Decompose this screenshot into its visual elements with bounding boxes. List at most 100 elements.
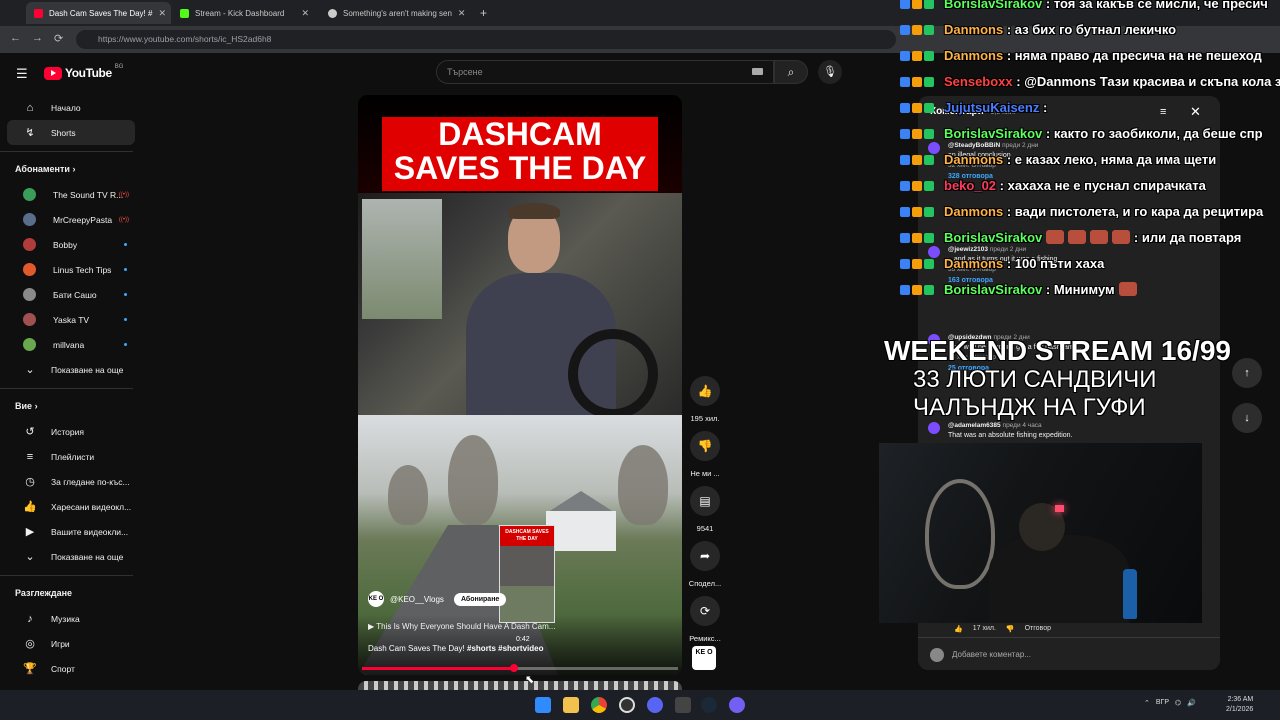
action-label: Ремикс...: [689, 634, 721, 643]
tab-reddit[interactable]: Something's aren't making sen ✕: [320, 2, 468, 24]
subscribe-button[interactable]: Абониране: [453, 592, 507, 606]
file-explorer-icon[interactable]: [563, 697, 579, 713]
comment-author[interactable]: @adamelam6385: [948, 422, 1001, 429]
sidebar-item-music[interactable]: ♪ Музика: [7, 606, 135, 631]
sidebar-item-playlists[interactable]: ≡ Плейлисти: [7, 444, 135, 469]
sidebar-item-watch-later[interactable]: ◷ За гледане по-къс...: [7, 469, 135, 494]
sidebar-item-your-videos[interactable]: ▶ Вашите видеокли...: [7, 519, 135, 544]
comment-dislike-icon[interactable]: 👎: [1006, 625, 1015, 633]
chevron-up-icon[interactable]: ⌃: [1144, 699, 1150, 707]
badge-icon: [912, 259, 922, 269]
hashtags[interactable]: #shorts #shortvideo: [467, 644, 543, 653]
sidebar-subscription-item[interactable]: Yaska TV: [7, 307, 135, 332]
reload-icon[interactable]: ⟳: [54, 32, 63, 45]
search-button[interactable]: ⌕: [774, 60, 808, 84]
related-video-link[interactable]: ▶ This Is Why Everyone Should Have A Das…: [368, 622, 555, 631]
sidebar-subscription-item[interactable]: Linus Tech Tips: [7, 257, 135, 282]
short-video-player[interactable]: DASHCAM SAVES THE DAY DASHCAM SAVES THE …: [358, 95, 682, 675]
add-comment-bar[interactable]: Добавете коментар...: [918, 637, 1220, 670]
obs-icon[interactable]: [619, 697, 635, 713]
chat-message: Danmons : вади пистолета, и го кара да р…: [900, 204, 1263, 219]
voice-search-button[interactable]: 🎙: [818, 60, 842, 84]
badge-icon: [924, 285, 934, 295]
network-icon[interactable]: ⌬: [1175, 699, 1181, 707]
volume-icon[interactable]: 🔊: [1187, 699, 1196, 707]
forward-icon[interactable]: →: [32, 32, 43, 44]
close-tab-icon[interactable]: ✕: [158, 8, 166, 19]
sidebar-item-home[interactable]: ⌂ Начало: [7, 95, 135, 120]
chrome-icon[interactable]: [591, 697, 607, 713]
next-short-preview[interactable]: [358, 681, 682, 690]
emote-icon: [1111, 230, 1130, 244]
stream-title-overlay: WEEKEND STREAM 16/99 33 ЛЮТИ САНДВИЧИ ЧА…: [884, 336, 1280, 422]
sidebar-subscription-item[interactable]: Bobby: [7, 232, 135, 257]
new-tab-button[interactable]: +: [472, 2, 492, 24]
clock[interactable]: 2:36 AM 2/1/2026: [1226, 695, 1253, 715]
play-icon: ▶: [368, 622, 377, 631]
cabin-camera-view: [358, 193, 682, 419]
tree: [448, 435, 498, 525]
comments-button[interactable]: ▤ 9541: [686, 486, 724, 533]
remix-button[interactable]: ⟳ Ремикс...: [686, 596, 724, 643]
share-button[interactable]: ➦ Сподел...: [686, 541, 724, 588]
sidebar-item-sport[interactable]: 🏆 Спорт: [7, 656, 135, 681]
sidebar-subscription-item[interactable]: MrCreepyPasta ((•)): [7, 207, 135, 232]
badge-icon: [924, 51, 934, 61]
back-icon[interactable]: ←: [10, 32, 21, 44]
red-light: [1055, 505, 1064, 512]
you-header[interactable]: Вие ›: [15, 401, 145, 415]
close-tab-icon[interactable]: ✕: [458, 8, 466, 19]
hamburger-menu-icon[interactable]: ☰: [16, 66, 28, 82]
url-field[interactable]: https://www.youtube.com/shorts/ic_HS2ad6…: [76, 30, 896, 49]
sidebar-subscription-item[interactable]: The Sound TV R... ((•)): [7, 182, 135, 207]
youtube-logo[interactable]: YouTube BG: [44, 64, 123, 80]
chat-message: BorislavSirakov : или да повтаря: [900, 230, 1241, 245]
badge-icon: [912, 129, 922, 139]
discord-icon[interactable]: [647, 697, 663, 713]
badge-icon: [924, 155, 934, 165]
comment-like-icon[interactable]: 👍: [954, 625, 963, 633]
comment-author[interactable]: @SteadyBoBBiN: [948, 142, 1000, 149]
sidebar-subscription-item[interactable]: Бати Сашо: [7, 282, 135, 307]
comment-header: @SteadyBoBBiN преди 2 дни: [930, 142, 1210, 149]
sidebar-item-games[interactable]: ◎ Игри: [7, 631, 135, 656]
subscriptions-header[interactable]: Абонаменти ›: [15, 164, 145, 178]
windows-start-icon[interactable]: [535, 697, 551, 713]
dislike-button[interactable]: 👎 Не ми ...: [686, 431, 724, 478]
streamer-webcam: [879, 443, 1202, 623]
terminal-icon[interactable]: [675, 697, 691, 713]
channel-name[interactable]: @KEO__Vlogs: [390, 595, 444, 604]
like-button[interactable]: 👍 195 хил.: [686, 376, 724, 423]
progress-bar[interactable]: [362, 664, 678, 672]
channel-avatar[interactable]: KE O: [368, 591, 384, 607]
sidebar-subscription-item[interactable]: millvana: [7, 332, 135, 357]
show-more-subscriptions[interactable]: ⌄ Показване на още: [7, 357, 135, 382]
steam-icon[interactable]: [701, 697, 717, 713]
badge-icon: [924, 25, 934, 35]
emote-icon: [1118, 282, 1137, 296]
viber-icon[interactable]: [729, 697, 745, 713]
sort-icon[interactable]: ≡: [1160, 106, 1166, 118]
comment-reply-button[interactable]: Отговор: [1025, 625, 1051, 633]
keyboard-icon[interactable]: [752, 68, 763, 75]
progress-knob[interactable]: [509, 664, 518, 672]
tab-kick[interactable]: Stream - Kick Dashboard ✕: [172, 2, 317, 24]
sidebar-item-history[interactable]: ↺ История: [7, 419, 135, 444]
youtube-play-logo-icon: [44, 66, 62, 80]
sidebar-item-label: Вашите видеокли...: [51, 526, 129, 537]
channel-sound-avatar[interactable]: KE O: [692, 646, 716, 670]
sidebar-item-chevron-down[interactable]: ⌄ Показване на още: [7, 544, 135, 569]
close-tab-icon[interactable]: ✕: [301, 8, 309, 19]
badge-icon: [912, 25, 922, 35]
sidebar-item-liked[interactable]: 👍 Харесани видеокл...: [7, 494, 135, 519]
comment-author[interactable]: @jeewiz2103: [948, 246, 988, 253]
badge-icon: [900, 25, 910, 35]
close-icon[interactable]: ✕: [1190, 104, 1201, 120]
chat-badges: [900, 22, 944, 37]
tab-youtube[interactable]: Dash Cam Saves The Day! # ✕: [26, 2, 171, 24]
commenter-avatar[interactable]: [928, 422, 940, 434]
chat-badges: [900, 0, 944, 11]
search-input[interactable]: Търсене: [436, 60, 774, 84]
language-indicator[interactable]: ВГР: [1156, 699, 1169, 707]
sidebar-item-shorts[interactable]: ↯ Shorts: [7, 120, 135, 145]
